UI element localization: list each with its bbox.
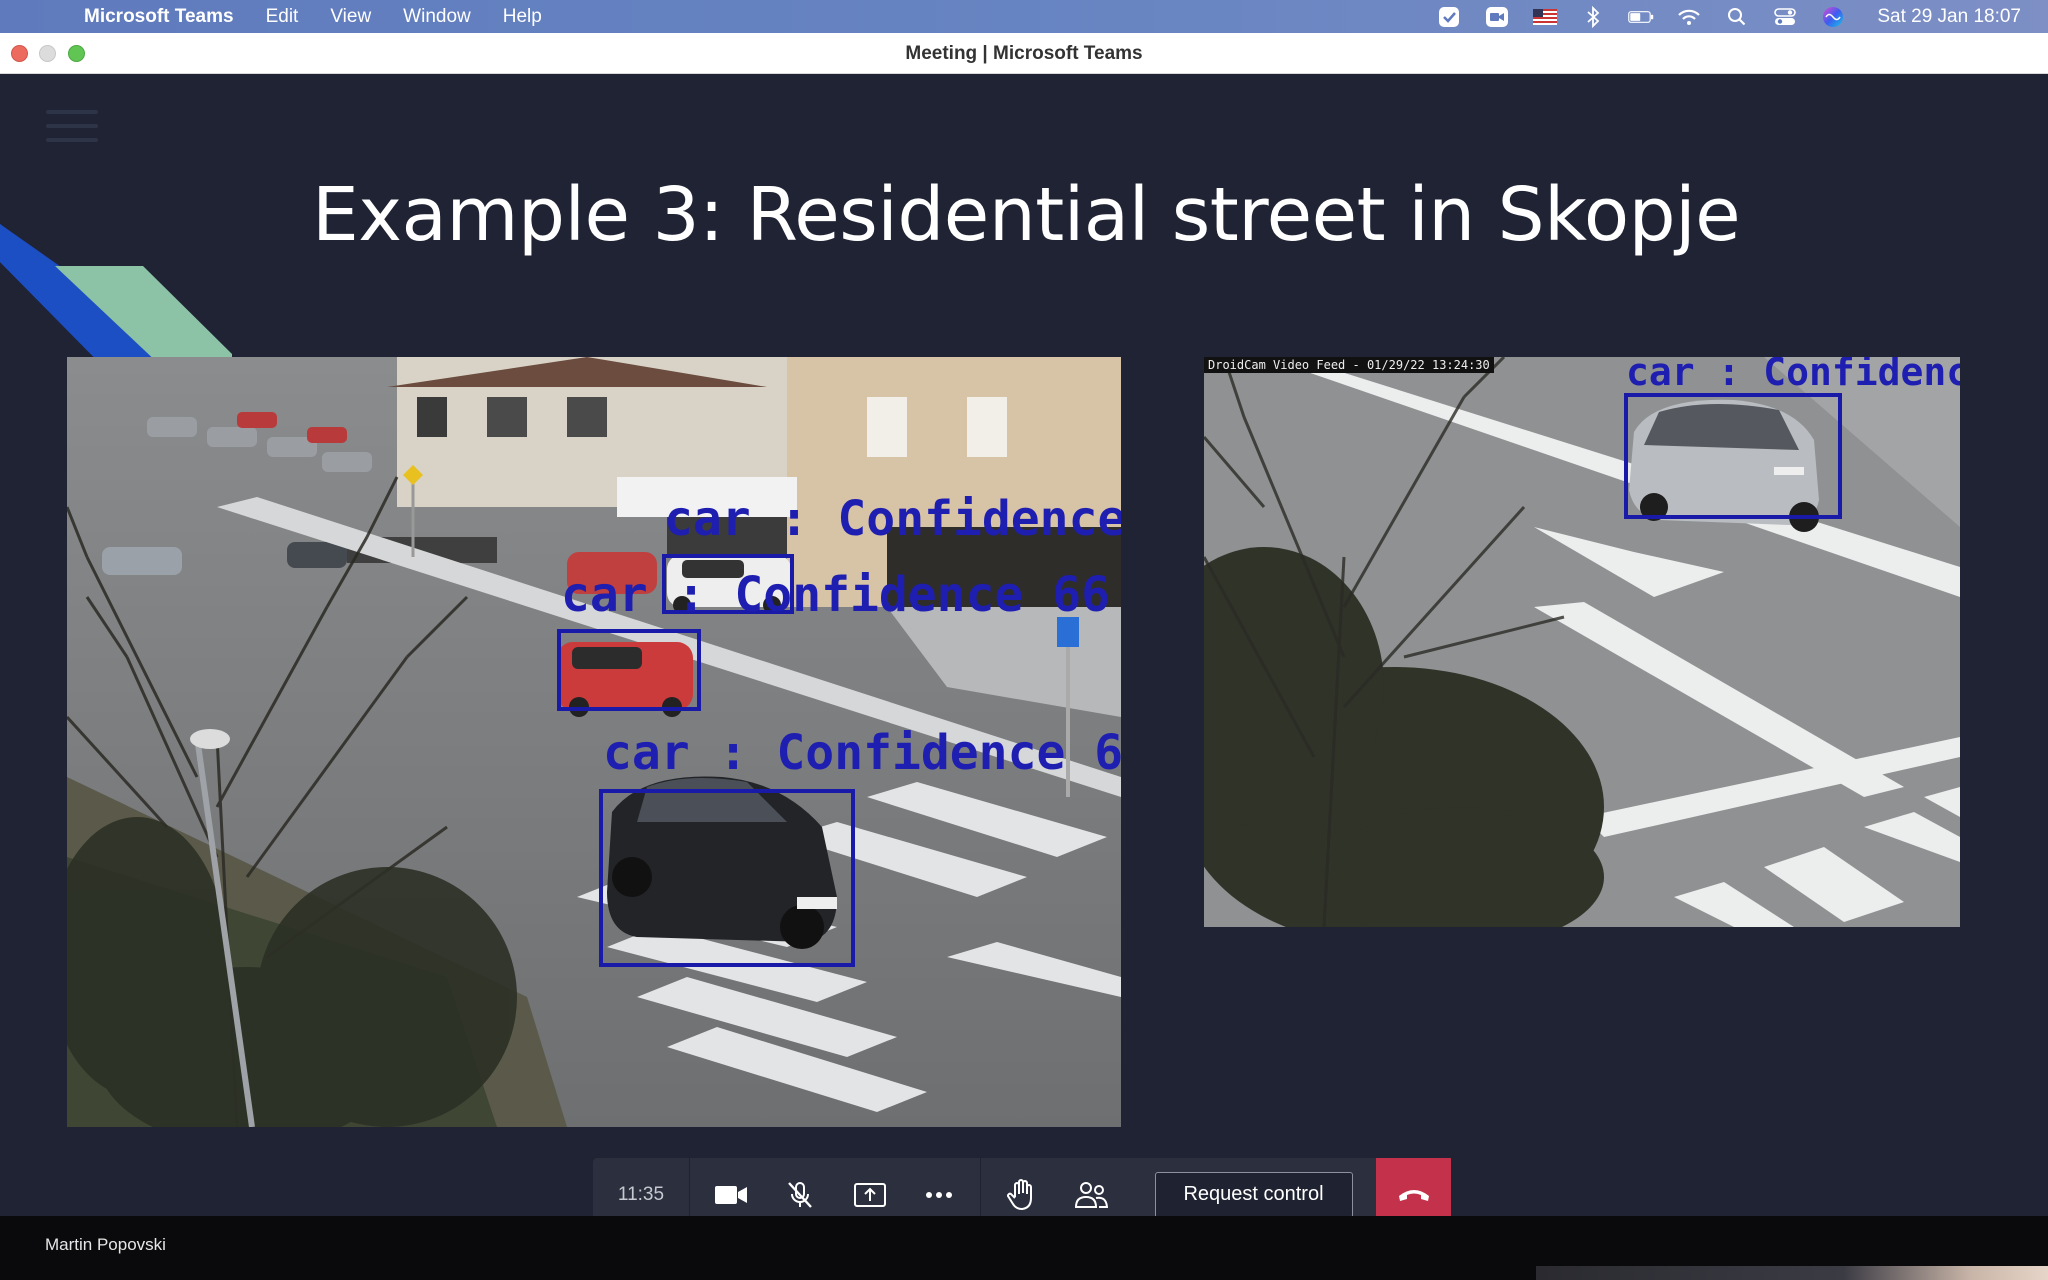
control-center-icon[interactable] xyxy=(1772,6,1798,28)
wifi-icon[interactable] xyxy=(1676,6,1702,28)
presenter-strip: Martin Popovski xyxy=(0,1216,2048,1280)
battery-icon[interactable] xyxy=(1628,6,1654,28)
share-screen-icon xyxy=(853,1182,886,1207)
menu-clock[interactable]: Sat 29 Jan 18:07 xyxy=(1877,6,2021,28)
presenter-name: Martin Popovski xyxy=(45,1235,166,1254)
video-icon[interactable] xyxy=(1484,6,1510,28)
call-timer: 11:35 xyxy=(593,1158,690,1216)
camera-button[interactable] xyxy=(709,1173,753,1217)
mic-off-icon xyxy=(788,1181,813,1208)
raise-hand-icon xyxy=(1006,1178,1032,1210)
menu-help[interactable]: Help xyxy=(503,6,542,28)
shared-screen-stage: Example 3: Residential street in Skopje xyxy=(0,74,2048,1216)
request-control-group: Request control xyxy=(1131,1158,1376,1216)
more-actions-button[interactable] xyxy=(917,1173,961,1217)
siri-icon[interactable] xyxy=(1820,6,1846,28)
camera-icon xyxy=(714,1185,747,1204)
mute-button[interactable] xyxy=(778,1173,822,1217)
detection-label: car : Confidence 6 xyxy=(603,725,1121,781)
detection-label: car : Confidence xyxy=(664,491,1121,547)
bluetooth-icon[interactable] xyxy=(1580,5,1606,28)
right-detection-video: car : Confidence DroidCam Video Feed - 0… xyxy=(1204,357,1960,927)
detection-label: car : Confidence 66 xyxy=(561,567,1110,623)
hang-up-icon xyxy=(1398,1189,1429,1201)
share-screen-button[interactable] xyxy=(848,1173,892,1217)
menu-window[interactable]: Window xyxy=(403,6,471,28)
left-detection-video: car : Confidence car : Confidence 66 car… xyxy=(67,357,1121,1127)
slide-title: Example 3: Residential street in Skopje xyxy=(312,172,1741,258)
menu-view[interactable]: View xyxy=(330,6,371,28)
hang-up-button[interactable] xyxy=(1376,1158,1451,1216)
macos-menu-bar: Microsoft Teams Edit View Window Help Sa… xyxy=(0,0,2048,33)
window-title: Meeting | Microsoft Teams xyxy=(905,43,1143,64)
raise-hand-button[interactable] xyxy=(1000,1173,1044,1217)
participant-thumbnail[interactable] xyxy=(1536,1266,2048,1280)
request-control-button[interactable]: Request control xyxy=(1154,1171,1353,1216)
call-actions-group-2 xyxy=(981,1158,1131,1216)
checkmark-icon[interactable] xyxy=(1436,6,1462,28)
camera-timestamp: DroidCam Video Feed - 01/29/22 13:24:30 xyxy=(1204,357,1494,373)
call-actions-group xyxy=(690,1158,981,1216)
participants-icon xyxy=(1074,1181,1108,1208)
menu-edit[interactable]: Edit xyxy=(266,6,299,28)
us-flag-icon[interactable] xyxy=(1532,6,1558,28)
spotlight-search-icon[interactable] xyxy=(1724,6,1750,28)
detection-label: car : Confidence xyxy=(1626,357,1960,394)
menu-app-name[interactable]: Microsoft Teams xyxy=(84,6,234,28)
more-icon xyxy=(926,1191,953,1198)
window-title-bar: Meeting | Microsoft Teams xyxy=(0,33,2048,74)
status-area: Sat 29 Jan 18:07 xyxy=(1425,0,2048,33)
participants-button[interactable] xyxy=(1069,1173,1113,1217)
meeting-controls-bar: 11:35 Request control xyxy=(593,1158,1455,1216)
